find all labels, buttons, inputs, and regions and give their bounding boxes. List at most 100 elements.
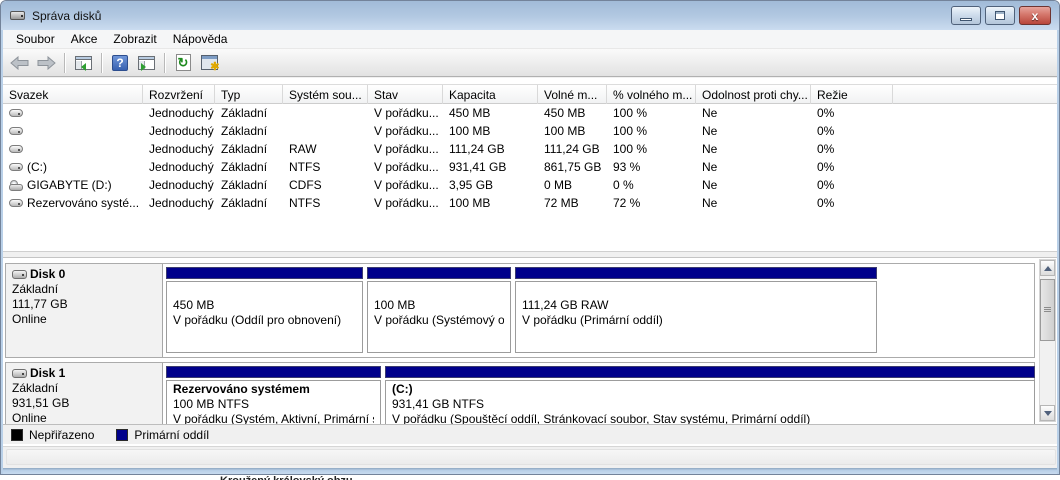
partition-size: 450 MB — [173, 298, 356, 313]
partition-header — [385, 366, 1035, 378]
disk-management-window: Správa disků x Soubor Akce Zobrazit Nápo… — [0, 0, 1060, 475]
forward-arrow-icon — [36, 56, 56, 70]
volume-icon — [9, 145, 23, 153]
disk-row: Disk 0 Základní 111,77 GB Online 450 MB … — [5, 263, 1035, 358]
partition-label — [173, 283, 356, 298]
partition-status: V pořádku (Systémový od — [374, 313, 504, 328]
toolbar-separator — [101, 53, 102, 73]
window-controls: x — [951, 6, 1051, 25]
scroll-down-button[interactable] — [1040, 405, 1055, 421]
screen: Správa disků x Soubor Akce Zobrazit Nápo… — [0, 0, 1060, 480]
volume-row[interactable]: Jednoduchý Základní RAW V pořádku... 111… — [3, 140, 1059, 158]
header-odolnost[interactable]: Odolnost proti chy... — [696, 85, 811, 104]
menu-item-akce[interactable]: Akce — [63, 30, 106, 48]
refresh-button[interactable]: ↻ — [171, 51, 195, 74]
partition-label — [522, 283, 870, 298]
disk-type: Základní — [12, 381, 158, 396]
header-volne-misto[interactable]: Volné m... — [538, 85, 607, 104]
partition-label: Rezervováno systémem — [173, 382, 374, 397]
toolbar-separator — [64, 53, 65, 73]
minimize-button[interactable] — [951, 6, 981, 25]
cd-drive-icon — [9, 180, 23, 191]
disk-info-panel[interactable]: Disk 0 Základní 111,77 GB Online — [6, 264, 163, 357]
partition-header — [166, 267, 363, 279]
graph-scrollbar[interactable] — [1039, 259, 1056, 422]
header-typ[interactable]: Typ — [215, 85, 283, 104]
disk-status: Online — [12, 312, 158, 327]
legend-bar: Nepřiřazeno Primární oddíl — [3, 424, 1059, 444]
background-clipped-text: Kroužený královský obzu — [220, 475, 353, 480]
scroll-thumb[interactable] — [1040, 279, 1055, 341]
disk-partitions: 450 MB V pořádku (Oddíl pro obnovení) 10… — [166, 264, 877, 357]
legend-primary-label: Primární oddíl — [134, 428, 209, 442]
header-system-souboru[interactable]: Systém sou... — [283, 85, 368, 104]
volume-icon — [9, 127, 23, 135]
disk-icon — [12, 270, 27, 279]
partition-label — [374, 283, 504, 298]
partition-size: 100 MB NTFS — [173, 397, 374, 412]
header-kapacita[interactable]: Kapacita — [443, 85, 538, 104]
header-svazek[interactable]: Svazek — [3, 85, 143, 104]
partition[interactable]: 450 MB V pořádku (Oddíl pro obnovení) — [166, 267, 363, 358]
volume-row[interactable]: Rezervováno systé... Jednoduchý Základní… — [3, 194, 1059, 212]
disk-name: Disk 0 — [30, 267, 65, 282]
titlebar[interactable]: Správa disků x — [1, 1, 1059, 30]
partition-header — [166, 366, 381, 378]
rescan-disks-button[interactable]: ✱ — [197, 51, 221, 74]
back-arrow-icon — [10, 56, 30, 70]
header-stav[interactable]: Stav — [368, 85, 443, 104]
refresh-icon: ↻ — [176, 54, 191, 71]
volume-row[interactable]: Jednoduchý Základní V pořádku... 100 MB … — [3, 122, 1059, 140]
window-border-right — [1057, 30, 1059, 475]
disk-icon — [12, 369, 27, 378]
partition-size: 931,41 GB NTFS — [392, 397, 1028, 412]
close-button[interactable]: x — [1019, 6, 1051, 25]
header-rezie[interactable]: Režie — [811, 85, 893, 104]
restore-icon — [995, 11, 1005, 20]
toolbar: ? ↻ ✱ — [2, 49, 1060, 77]
header-procento-volneho[interactable]: % volného m... — [607, 85, 696, 104]
scroll-down-arrow-icon — [1044, 411, 1052, 420]
partition[interactable]: 100 MB V pořádku (Systémový od — [367, 267, 511, 358]
volume-icon — [9, 163, 23, 171]
header-rozvrzeni[interactable]: Rozvržení — [143, 85, 215, 104]
show-console-tree-button[interactable] — [71, 51, 95, 74]
volume-icon — [9, 199, 23, 207]
disk-name: Disk 1 — [30, 366, 65, 381]
legend-primary-swatch — [116, 429, 128, 441]
header-cell-empty — [893, 85, 1059, 104]
splitter[interactable] — [3, 251, 1059, 258]
help-button[interactable]: ? — [108, 51, 132, 74]
legend-unallocated-label: Nepřiřazeno — [29, 428, 94, 442]
window-border-bottom — [1, 468, 1059, 475]
toolbar-separator — [164, 53, 165, 73]
menu-item-napoveda[interactable]: Nápověda — [165, 30, 236, 48]
restore-button[interactable] — [985, 6, 1015, 25]
show-action-pane-button[interactable] — [134, 51, 158, 74]
background-window-fragment: Kroužený královský obzu — [0, 475, 1060, 480]
menu-item-zobrazit[interactable]: Zobrazit — [105, 30, 164, 48]
console-client-area: Svazek Rozvržení Typ Systém sou... Stav … — [3, 78, 1059, 468]
minimize-icon — [960, 18, 972, 21]
partition-status: V pořádku (Primární oddíl) — [522, 313, 870, 328]
legend-unallocated-swatch — [11, 429, 23, 441]
volume-row[interactable]: GIGABYTE (D:) Jednoduchý Základní CDFS V… — [3, 176, 1059, 194]
help-icon: ? — [112, 55, 128, 71]
volume-list: Jednoduchý Základní V pořádku... 450 MB … — [3, 104, 1059, 212]
window-border-left — [1, 30, 3, 475]
back-button[interactable] — [8, 51, 32, 74]
disk-management-app-icon — [10, 9, 26, 22]
volume-row[interactable]: Jednoduchý Základní V pořádku... 450 MB … — [3, 104, 1059, 122]
menubar: Soubor Akce Zobrazit Nápověda — [2, 30, 1060, 49]
partition-header — [367, 267, 511, 279]
partition[interactable]: 111,24 GB RAW V pořádku (Primární oddíl) — [515, 267, 877, 358]
scroll-up-button[interactable] — [1040, 260, 1055, 276]
rescan-disks-icon: ✱ — [201, 55, 218, 70]
scroll-up-arrow-icon — [1044, 262, 1052, 271]
partition-header — [515, 267, 877, 279]
volume-row[interactable]: (C:) Jednoduchý Základní NTFS V pořádku.… — [3, 158, 1059, 176]
graphical-view: Disk 0 Základní 111,77 GB Online 450 MB … — [3, 258, 1059, 444]
forward-button[interactable] — [34, 51, 58, 74]
menu-item-soubor[interactable]: Soubor — [8, 30, 63, 48]
window-title: Správa disků — [32, 9, 101, 23]
